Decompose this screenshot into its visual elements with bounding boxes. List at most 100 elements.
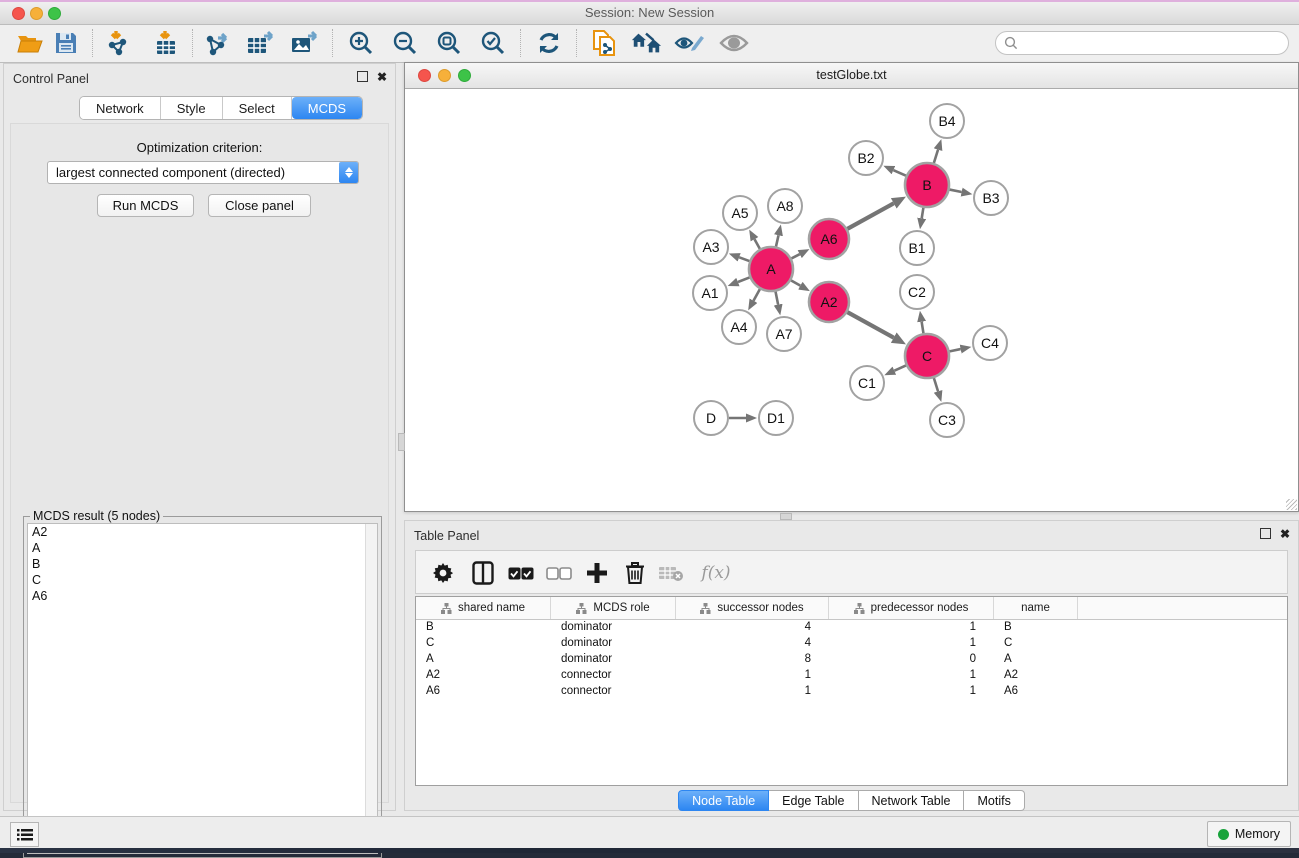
import-table-icon[interactable] <box>150 28 182 58</box>
graph-node-B2[interactable]: B2 <box>849 141 883 175</box>
table-cell: A <box>416 652 551 668</box>
refresh-icon[interactable] <box>533 28 565 58</box>
tab-network[interactable]: Network <box>80 97 161 119</box>
mcds-result-item[interactable]: A6 <box>28 588 377 604</box>
tab-motifs[interactable]: Motifs <box>964 790 1024 811</box>
tab-mcds[interactable]: MCDS <box>292 97 362 119</box>
float-panel-icon[interactable] <box>357 71 368 82</box>
show-hide-annotations-icon[interactable] <box>673 28 705 58</box>
tab-select[interactable]: Select <box>223 97 292 119</box>
graph-node-B4[interactable]: B4 <box>930 104 964 138</box>
graph-edge-A-A6 <box>791 254 799 258</box>
column-header-name[interactable]: name <box>994 597 1078 619</box>
deselect-all-icon[interactable] <box>544 558 574 588</box>
open-session-icon[interactable] <box>14 28 46 58</box>
tab-network-table[interactable]: Network Table <box>859 790 965 811</box>
window-resize-grip[interactable] <box>1286 499 1297 510</box>
graph-node-C2[interactable]: C2 <box>900 275 934 309</box>
zoom-selected-icon[interactable] <box>477 28 509 58</box>
tab-style[interactable]: Style <box>161 97 223 119</box>
mcds-result-item[interactable]: C <box>28 572 377 588</box>
graph-node-A2[interactable]: A2 <box>809 282 849 322</box>
graph-edge-A-A1 <box>738 277 750 282</box>
zoom-out-icon[interactable] <box>389 28 421 58</box>
graph-node-A6[interactable]: A6 <box>809 219 849 259</box>
export-table-icon[interactable] <box>245 28 277 58</box>
table-row[interactable]: A6connector11A6 <box>416 684 1287 700</box>
graph-node-C1[interactable]: C1 <box>850 366 884 400</box>
graph-node-A4[interactable]: A4 <box>722 310 756 344</box>
zoom-in-icon[interactable] <box>345 28 377 58</box>
table-row[interactable]: A2connector11A2 <box>416 668 1287 684</box>
graph-node-A3[interactable]: A3 <box>694 230 728 264</box>
vertical-splitter-handle[interactable] <box>398 433 405 451</box>
task-history-button[interactable] <box>10 822 39 847</box>
optimization-criterion-dropdown[interactable]: largest connected component (directed) <box>47 161 359 184</box>
graph-node-D1[interactable]: D1 <box>759 401 793 435</box>
table-cell: 1 <box>829 668 994 684</box>
graph-node-A[interactable]: A <box>749 247 793 291</box>
run-mcds-button[interactable]: Run MCDS <box>97 194 194 217</box>
column-header-shared-name[interactable]: shared name <box>416 597 551 619</box>
svg-text:A1: A1 <box>701 285 718 301</box>
column-header-predecessor-nodes[interactable]: predecessor nodes <box>829 597 994 619</box>
search-input[interactable] <box>1022 35 1288 51</box>
graph-node-D[interactable]: D <box>694 401 728 435</box>
mcds-result-list[interactable]: A2ABCA6 <box>27 523 378 854</box>
graph-node-A1[interactable]: A1 <box>693 276 727 310</box>
search-box[interactable] <box>995 31 1289 55</box>
select-all-icon[interactable] <box>506 558 536 588</box>
duplicate-network-icon[interactable] <box>589 28 621 58</box>
toolbar-separator <box>192 29 193 57</box>
graph-node-A8[interactable]: A8 <box>768 189 802 223</box>
network-canvas[interactable]: B4 B2 B B3 A5 A8A6 A3 B1 A A1 C2 A2 A4 A7 C4 C C1 D D1 C3 <box>406 89 1297 510</box>
close-panel-button[interactable]: Close panel <box>208 194 311 217</box>
float-panel-icon[interactable] <box>1260 528 1271 539</box>
table-row[interactable]: Cdominator41C <box>416 636 1287 652</box>
mcds-result-item[interactable]: A2 <box>28 524 377 540</box>
delete-column-icon[interactable] <box>620 558 650 588</box>
table-cell: A2 <box>416 668 551 684</box>
graph-node-C3[interactable]: C3 <box>930 403 964 437</box>
save-session-icon[interactable] <box>50 28 82 58</box>
memory-button[interactable]: Memory <box>1207 821 1291 847</box>
table-settings-icon[interactable] <box>428 558 458 588</box>
table-row[interactable]: Adominator80A <box>416 652 1287 668</box>
graph-node-C[interactable]: C <box>905 334 949 378</box>
status-bar: Memory <box>0 816 1299 849</box>
column-header-successor-nodes[interactable]: successor nodes <box>676 597 829 619</box>
show-hide-graphics-details-icon[interactable] <box>718 28 750 58</box>
mcds-result-scrollbar[interactable] <box>365 524 377 853</box>
svg-text:D: D <box>706 410 716 426</box>
graph-edge-B-B4 <box>934 150 938 163</box>
network-window-title: testGlobe.txt <box>405 68 1298 82</box>
import-network-icon[interactable] <box>103 28 135 58</box>
add-column-icon[interactable] <box>582 558 612 588</box>
node-table: shared nameMCDS rolesuccessor nodesprede… <box>415 596 1288 786</box>
graph-node-C4[interactable]: C4 <box>973 326 1007 360</box>
graph-node-B1[interactable]: B1 <box>900 231 934 265</box>
graph-edge-C-C1 <box>894 365 906 370</box>
export-image-icon[interactable] <box>289 28 321 58</box>
home-icon[interactable] <box>630 28 662 58</box>
horizontal-splitter-handle[interactable] <box>780 513 792 520</box>
app-title: Session: New Session <box>0 5 1299 20</box>
table-cell: 1 <box>676 684 829 700</box>
close-panel-icon[interactable]: ✖ <box>377 72 387 82</box>
mcds-result-item[interactable]: B <box>28 556 377 572</box>
column-header-MCDS-role[interactable]: MCDS role <box>551 597 676 619</box>
network-window-titlebar[interactable]: testGlobe.txt <box>405 63 1298 89</box>
tab-node-table[interactable]: Node Table <box>678 790 769 811</box>
export-network-icon[interactable] <box>202 28 234 58</box>
graph-node-B[interactable]: B <box>905 163 949 207</box>
table-row[interactable]: Bdominator41B <box>416 620 1287 636</box>
column-visibility-icon[interactable] <box>468 558 498 588</box>
graph-node-B3[interactable]: B3 <box>974 181 1008 215</box>
tab-edge-table[interactable]: Edge Table <box>769 790 858 811</box>
close-panel-icon[interactable]: ✖ <box>1280 529 1290 539</box>
graph-node-A5[interactable]: A5 <box>723 196 757 230</box>
graph-node-A7[interactable]: A7 <box>767 317 801 351</box>
zoom-fit-icon[interactable] <box>433 28 465 58</box>
table-cell: connector <box>551 684 676 700</box>
mcds-result-item[interactable]: A <box>28 540 377 556</box>
